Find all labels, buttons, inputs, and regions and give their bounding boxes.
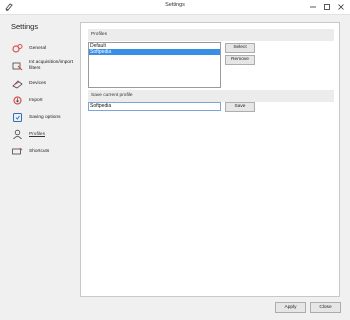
close-window-button[interactable]: [334, 0, 348, 14]
sidebar-item-label: Int acquisition/import filters: [29, 60, 73, 71]
sidebar-item-profiles[interactable]: Profiles: [12, 126, 78, 143]
sidebar-title: Settings: [11, 22, 39, 31]
profiles-section-header: Profiles: [88, 29, 334, 41]
select-button[interactable]: Select: [225, 43, 255, 53]
keyboard-icon: [12, 147, 23, 155]
sidebar-item-import[interactable]: Import: [12, 92, 78, 109]
maximize-icon: [324, 4, 330, 10]
close-button[interactable]: Close: [310, 302, 341, 313]
import-icon: [13, 96, 22, 105]
minimize-icon: [310, 6, 316, 8]
sidebar-item-devices[interactable]: Devices: [12, 75, 78, 92]
window-title: Settings: [165, 2, 185, 8]
gears-icon: [12, 44, 23, 53]
sidebar-item-label: Devices: [29, 80, 47, 86]
save-button[interactable]: Save: [225, 102, 255, 112]
remove-button[interactable]: Remove: [225, 55, 255, 65]
sidebar-item-filters[interactable]: Int acquisition/import filters: [12, 57, 78, 75]
maximize-button[interactable]: [320, 0, 334, 14]
profile-name-input[interactable]: Softpedia: [88, 102, 221, 111]
sidebar-item-label: Saving options: [29, 114, 61, 120]
save-profile-section-header: Save current profile: [88, 90, 334, 102]
sidebar-item-label: Shortcuts: [29, 148, 50, 154]
sidebar-item-shortcuts[interactable]: Shortcuts: [12, 143, 78, 160]
list-item[interactable]: Softpedia: [89, 49, 220, 55]
close-icon: [338, 4, 344, 10]
minimize-button[interactable]: [306, 0, 320, 14]
sidebar-nav: General Int acquisition/import filters D…: [12, 40, 78, 160]
devices-icon: [12, 80, 23, 89]
profiles-listbox[interactable]: Default Softpedia: [88, 42, 221, 88]
title-bar: Settings: [0, 0, 350, 15]
sidebar-item-label: Import: [29, 97, 43, 103]
sidebar-item-saving-options[interactable]: Saving options: [12, 109, 78, 126]
sidebar-item-label: General: [29, 45, 47, 51]
save-options-icon: [13, 113, 22, 122]
sidebar-item-label: Profiles: [29, 131, 45, 137]
filter-icon: [12, 62, 23, 70]
sidebar-item-general[interactable]: General: [12, 40, 78, 57]
profile-icon: [13, 129, 22, 140]
apply-button[interactable]: Apply: [275, 302, 306, 313]
